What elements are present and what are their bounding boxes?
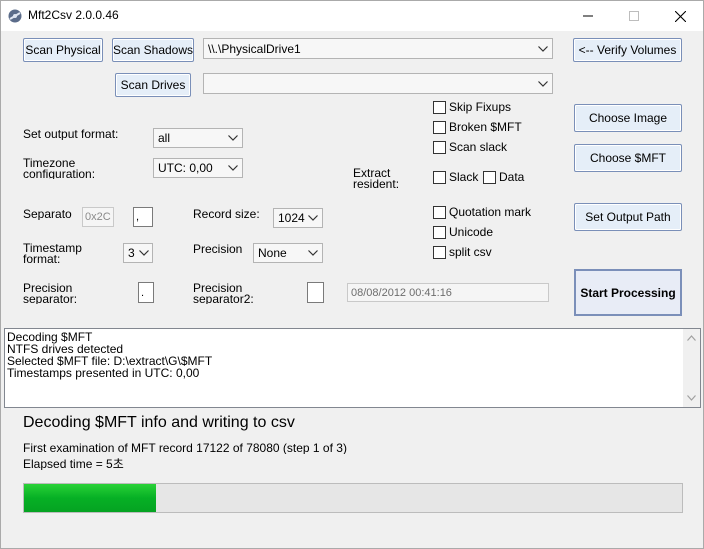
precision-value: None (258, 246, 287, 260)
precision-separator2-label: Precision separator2: (193, 283, 254, 304)
close-button[interactable] (657, 1, 703, 31)
timestamp-label-line2: format: (23, 252, 61, 264)
close-icon (674, 10, 686, 22)
output-format-label: Set output format: (23, 128, 119, 140)
unicode-label: Unicode (449, 225, 494, 239)
checkbox-box[interactable] (433, 140, 446, 154)
chevron-down-icon (308, 250, 318, 256)
checkbox-box[interactable] (433, 245, 446, 259)
output-format-value: all (158, 131, 171, 145)
scan-physical-button[interactable]: Scan Physical (23, 38, 103, 62)
precision-sep-label-line2: separator: (23, 292, 78, 304)
split-csv-checkbox[interactable]: split csv (433, 245, 511, 259)
datetime-sample-field: 08/08/2012 00:41:16 (347, 283, 549, 302)
skip-fixups-checkbox[interactable]: Skip Fixups (433, 100, 511, 114)
slack-label: Slack (449, 170, 479, 184)
maximize-icon (629, 11, 639, 21)
extract-label-line2: resident: (353, 177, 400, 189)
chevron-down-icon (139, 250, 149, 256)
precision-label: Precision (193, 243, 243, 255)
status-detail: First examination of MFT record 17122 of… (23, 442, 347, 454)
chevron-down-icon (538, 45, 548, 52)
data-checkbox[interactable]: Data (483, 170, 524, 184)
data-label: Data (499, 170, 525, 184)
scan-slack-label: Scan slack (449, 140, 508, 154)
extract-resident-label: Extract resident: (353, 168, 399, 189)
separator-label: Separato (23, 208, 72, 220)
precision-separator-label: Precision separator: (23, 283, 77, 304)
timezone-label: Timezone configuration: (23, 158, 95, 179)
timezone-select[interactable]: UTC: 0,00 (153, 158, 243, 178)
timezone-value: UTC: 0,00 (158, 161, 213, 175)
chevron-down-icon (308, 215, 318, 221)
set-output-path-button[interactable]: Set Output Path (574, 203, 682, 231)
quotation-mark-label: Quotation mark (449, 205, 532, 219)
unicode-checkbox[interactable]: Unicode (433, 225, 493, 239)
scan-drives-button[interactable]: Scan Drives (115, 73, 191, 97)
quotation-mark-checkbox[interactable]: Quotation mark (433, 205, 531, 219)
scan-shadows-button[interactable]: Scan Shadows (112, 38, 194, 62)
record-size-select[interactable]: 1024 (273, 208, 323, 228)
checkbox-box[interactable] (433, 205, 446, 219)
verify-volumes-button[interactable]: <-- Verify Volumes (573, 38, 682, 62)
timezone-label-line2: configuration: (23, 167, 96, 179)
precision-sep2-label-line2: separator2: (193, 292, 254, 304)
checkbox-box[interactable] (433, 225, 446, 239)
log-output[interactable]: Decoding $MFT NTFS drives detected Selec… (4, 328, 701, 408)
checkbox-box[interactable] (433, 170, 446, 184)
secondary-select[interactable] (203, 73, 553, 94)
chevron-down-icon (228, 165, 238, 171)
timestamp-format-select[interactable]: 3 (123, 243, 153, 263)
chevron-down-icon (538, 80, 548, 87)
maximize-button[interactable] (611, 1, 657, 31)
choose-mft-button[interactable]: Choose $MFT (574, 144, 682, 172)
broken-mft-checkbox[interactable]: Broken $MFT (433, 120, 522, 134)
drive-select[interactable]: \\.\PhysicalDrive1 (203, 38, 553, 59)
choose-image-button[interactable]: Choose Image (574, 104, 682, 132)
app-window: Mft2Csv 2.0.0.46 Scan Physical Scan Shad… (0, 0, 704, 549)
separator-field[interactable]: , (133, 207, 153, 227)
start-processing-button[interactable]: Start Processing (574, 269, 682, 316)
slack-checkbox[interactable]: Slack (433, 170, 478, 184)
status-heading: Decoding $MFT info and writing to csv (23, 414, 295, 431)
output-format-select[interactable]: all (153, 128, 243, 148)
record-size-label: Record size: (193, 208, 260, 220)
minimize-icon (583, 11, 593, 21)
scroll-down-icon[interactable] (687, 395, 696, 401)
checkbox-box[interactable] (483, 170, 496, 184)
precision-select[interactable]: None (253, 243, 323, 263)
elapsed-time: Elapsed time = 5초 (23, 458, 124, 470)
chevron-down-icon (228, 135, 238, 141)
timestamp-format-value: 3 (128, 246, 135, 260)
app-icon (7, 8, 23, 24)
split-csv-label: split csv (449, 245, 492, 259)
checkbox-box[interactable] (433, 100, 446, 114)
checkbox-box[interactable] (433, 120, 446, 134)
skip-fixups-label: Skip Fixups (449, 100, 512, 114)
progress-bar (23, 483, 683, 513)
scroll-up-icon[interactable] (687, 335, 696, 341)
precision-separator-field[interactable]: . (138, 282, 154, 303)
drive-select-value: \\.\PhysicalDrive1 (208, 41, 301, 56)
record-size-value: 1024 (278, 211, 305, 225)
title-bar: Mft2Csv 2.0.0.46 (1, 1, 703, 31)
separator-hex-field: 0x2C (82, 207, 114, 227)
log-line: Timestamps presented in UTC: 0,00 (7, 366, 200, 380)
broken-mft-label: Broken $MFT (449, 120, 522, 134)
window-title: Mft2Csv 2.0.0.46 (28, 8, 119, 22)
minimize-button[interactable] (565, 1, 611, 31)
precision-separator2-field[interactable] (307, 282, 324, 303)
progress-fill (24, 484, 156, 512)
timestamp-format-label: Timestamp format: (23, 243, 82, 264)
scan-slack-checkbox[interactable]: Scan slack (433, 140, 507, 154)
log-scrollbar[interactable] (683, 329, 700, 407)
